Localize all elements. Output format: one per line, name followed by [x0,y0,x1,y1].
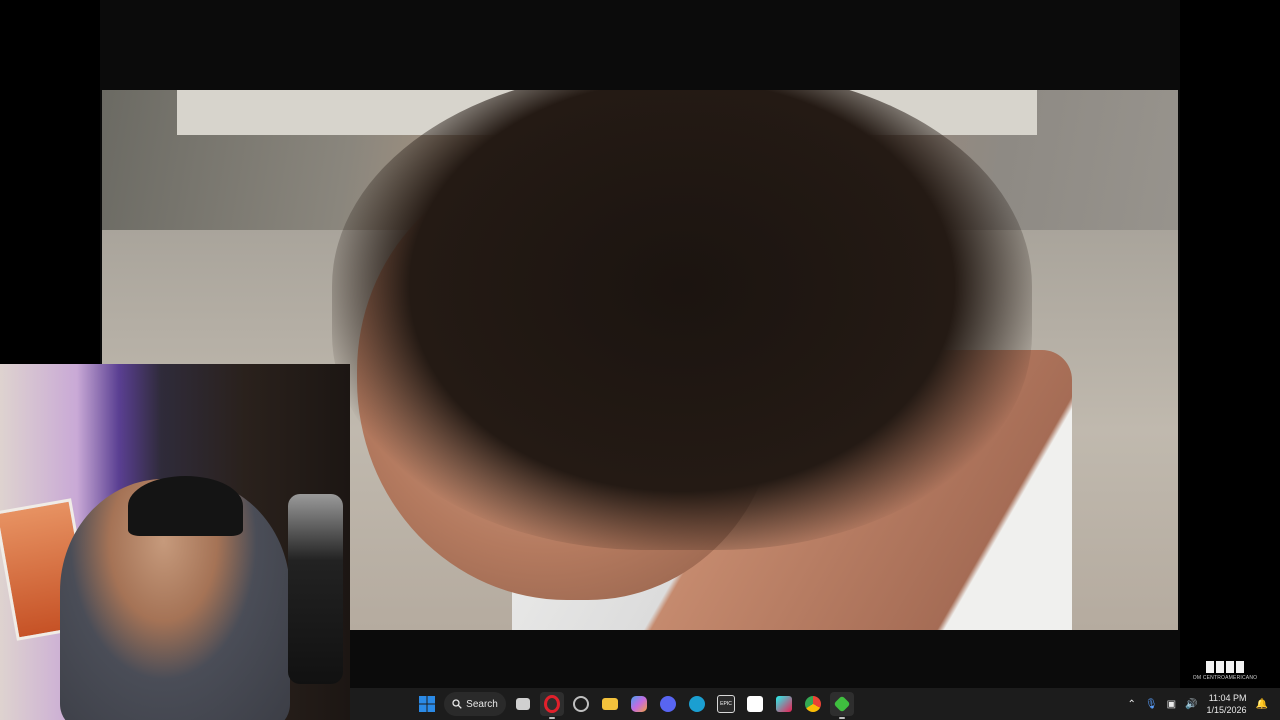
steam-icon [689,696,705,712]
clock-date: 1/15/2026 [1206,705,1247,715]
taskbar-app-opera[interactable] [540,692,564,719]
taskbar-app-discord[interactable] [656,692,680,716]
chrome-icon [805,696,821,712]
tiktok-icon [776,696,792,712]
watermark-text: OM CENTROAMERICANO [1192,675,1258,681]
circle-app-icon [573,696,589,712]
notification-icon[interactable]: 🔔 [1256,699,1268,710]
opera-gx-icon [544,695,560,713]
task-view-button[interactable] [511,692,535,716]
windows-logo-icon [419,696,435,712]
folder-icon [602,698,618,710]
microphone-icon[interactable]: 🎙 [1145,699,1158,710]
network-icon[interactable]: ▣ [1167,699,1176,710]
start-button[interactable] [415,692,439,716]
streamer-cap [128,476,243,536]
webcam-overlay [0,364,350,720]
taskbar-app-folder[interactable] [598,692,622,716]
volume-icon[interactable]: 🔊 [1185,699,1197,710]
chevron-up-icon[interactable]: ⌃ [1128,699,1136,710]
clock-time: 11:04 PM [1208,693,1247,703]
microphone [288,494,343,684]
copilot-icon [631,696,647,712]
windows-taskbar: Search EPIC ⌃ 🎙 ▣ 🔊 11:04 PM 1/15/2026 🔔 [350,688,1280,720]
capcut-icon [747,696,763,712]
taskbar-app-capcut[interactable] [743,692,767,716]
taskbar-search[interactable]: Search [444,692,506,716]
video-subject-hair [332,90,1032,550]
watermark-logo-icon [1206,661,1244,673]
search-icon [452,699,462,709]
taskbar-app-green[interactable] [830,692,854,719]
taskbar-app-steam[interactable] [685,692,709,716]
taskbar-app-circle[interactable] [569,692,593,716]
taskbar-app-tiktok[interactable] [772,692,796,716]
discord-icon [660,696,676,712]
taskbar-center: Search EPIC [415,688,854,720]
taskbar-app-epic[interactable]: EPIC [714,692,738,716]
epic-games-icon: EPIC [717,695,735,713]
green-app-icon [833,695,851,713]
taskbar-clock[interactable]: 11:04 PM 1/15/2026 [1207,692,1247,716]
channel-watermark: OM CENTROAMERICANO [1193,661,1257,687]
search-label: Search [466,698,498,710]
file-explorer-multitask-icon [516,698,530,710]
taskbar-app-chrome[interactable] [801,692,825,716]
taskbar-app-copilot[interactable] [627,692,651,716]
system-tray: ⌃ 🎙 ▣ 🔊 11:04 PM 1/15/2026 🔔 [1128,688,1269,720]
